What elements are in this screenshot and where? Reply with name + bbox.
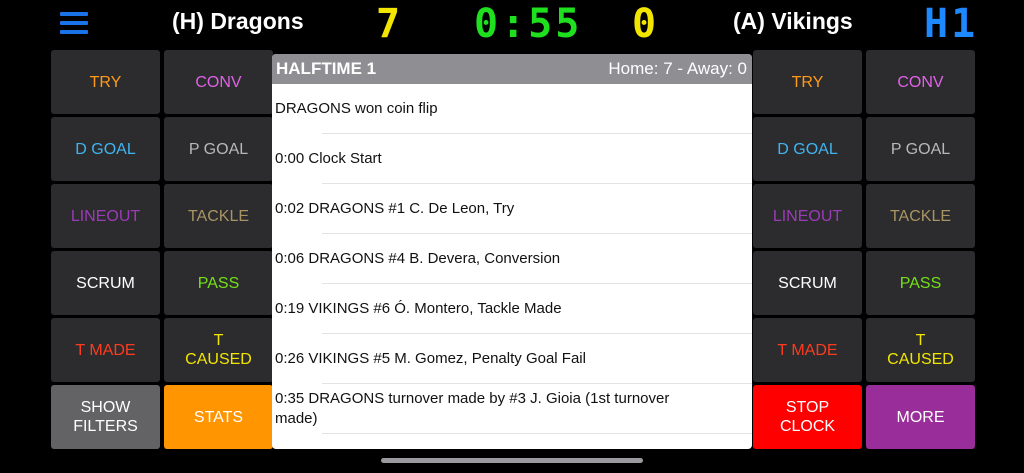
- home-conv-button[interactable]: CONV: [164, 50, 273, 114]
- event-log-text: 0:06 DRAGONS #4 B. Devera, Conversion: [275, 249, 561, 267]
- hamburger-menu-icon[interactable]: [60, 12, 88, 34]
- home-d-goal-button[interactable]: D GOAL: [51, 117, 160, 181]
- event-log-text: 0:00 Clock Start: [275, 149, 382, 167]
- away-more-button[interactable]: MORE: [866, 385, 975, 449]
- home-p-goal-button[interactable]: P GOAL: [164, 117, 273, 181]
- home-scrum-button[interactable]: SCRUM: [51, 251, 160, 315]
- event-log-text: 0:02 DRAGONS #1 C. De Leon, Try: [275, 199, 515, 217]
- event-log-text: 0:35 DRAGONS turnover made by #3 J. Gioi…: [275, 389, 670, 427]
- event-log-title: HALFTIME 1: [276, 59, 377, 78]
- away-actions-grid: TRY CONV D GOAL P GOAL LINEOUT TACKLE SCRUM PAS…: [753, 50, 975, 449]
- event-log-text: DRAGONS won coin flip: [275, 99, 438, 117]
- home-t-made-button[interactable]: T MADE: [51, 318, 160, 382]
- game-clock[interactable]: 0:55: [474, 2, 582, 46]
- event-log-row[interactable]: 0:26 VIKINGS #5 M. Gomez, Penalty Goal F…: [275, 334, 752, 384]
- home-t-caused-button[interactable]: T CAUSED: [164, 318, 273, 382]
- away-tackle-button[interactable]: TACKLE: [866, 184, 975, 248]
- event-log-row[interactable]: DRAGONS won coin flip: [275, 84, 752, 134]
- away-t-caused-button[interactable]: T CAUSED: [866, 318, 975, 382]
- home-lineout-button[interactable]: LINEOUT: [51, 184, 160, 248]
- event-log-row[interactable]: 0:06 DRAGONS #4 B. Devera, Conversion: [275, 234, 752, 284]
- event-log-panel: HALFTIME 1 Home: 7 - Away: 0 DRAGONS won…: [272, 54, 752, 449]
- away-score: 0: [632, 1, 660, 47]
- home-indicator[interactable]: [381, 458, 643, 463]
- event-log-text: 0:26 VIKINGS #5 M. Gomez, Penalty Goal F…: [275, 349, 586, 367]
- home-team-name: (H) Dragons: [172, 8, 304, 34]
- home-stats-button[interactable]: STATS: [164, 385, 273, 449]
- event-log-list[interactable]: DRAGONS won coin flip 0:00 Clock Start 0:0…: [272, 84, 752, 434]
- away-team-name: (A) Vikings: [733, 8, 853, 34]
- away-conv-button[interactable]: CONV: [866, 50, 975, 114]
- away-pass-button[interactable]: PASS: [866, 251, 975, 315]
- home-tackle-button[interactable]: TACKLE: [164, 184, 273, 248]
- half-indicator: H1: [924, 1, 979, 47]
- event-log-score-summary: Home: 7 - Away: 0: [608, 59, 747, 78]
- home-show-filters-button[interactable]: SHOW FILTERS: [51, 385, 160, 449]
- away-stop-clock-button[interactable]: STOP CLOCK: [753, 385, 862, 449]
- home-pass-button[interactable]: PASS: [164, 251, 273, 315]
- home-actions-grid: TRY CONV D GOAL P GOAL LINEOUT TACKLE SCRUM PAS…: [51, 50, 273, 449]
- away-t-made-button[interactable]: T MADE: [753, 318, 862, 382]
- home-score: 7: [376, 1, 404, 47]
- away-lineout-button[interactable]: LINEOUT: [753, 184, 862, 248]
- event-log-header: HALFTIME 1 Home: 7 - Away: 0: [272, 54, 752, 84]
- away-p-goal-button[interactable]: P GOAL: [866, 117, 975, 181]
- event-log-row[interactable]: 0:02 DRAGONS #1 C. De Leon, Try: [275, 184, 752, 234]
- away-try-button[interactable]: TRY: [753, 50, 862, 114]
- event-log-row[interactable]: 0:35 DRAGONS turnover made by #3 J. Gioi…: [275, 384, 752, 434]
- home-try-button[interactable]: TRY: [51, 50, 160, 114]
- event-log-row[interactable]: 0:19 VIKINGS #6 Ó. Montero, Tackle Made: [275, 284, 752, 334]
- away-d-goal-button[interactable]: D GOAL: [753, 117, 862, 181]
- away-scrum-button[interactable]: SCRUM: [753, 251, 862, 315]
- event-log-row[interactable]: 0:00 Clock Start: [275, 134, 752, 184]
- event-log-text: 0:19 VIKINGS #6 Ó. Montero, Tackle Made: [275, 299, 562, 317]
